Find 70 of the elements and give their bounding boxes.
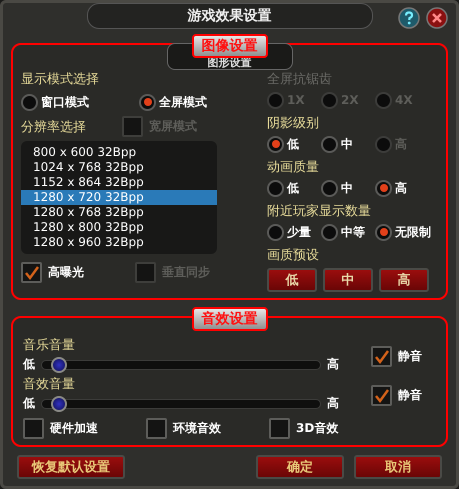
radio-button[interactable] [321,136,338,152]
checkbox[interactable] [23,418,44,439]
radio-label: 少量 [287,224,311,240]
group-label: 全屏抗锯齿 [267,71,333,88]
preset-button[interactable]: 低 [267,268,317,292]
group-label: 附近玩家显示数量 [267,203,372,220]
list-item[interactable]: 800 x 600 32Bpp [21,145,217,160]
radio-button[interactable] [375,224,392,240]
group-label: 画质预设 [267,247,320,264]
checkbox-label: 3D音效 [296,420,338,437]
list-item[interactable]: 1280 x 768 32Bpp [21,205,217,220]
checkbox-label: 环境音效 [173,420,221,437]
slider-thumb[interactable] [50,356,67,372]
close-icon[interactable] [426,7,448,29]
slider-thumb[interactable] [50,396,67,412]
radio-button[interactable] [21,94,38,110]
group-label: 阴影级别 [267,115,320,132]
radio-label: 窗口模式 [41,94,89,110]
radio-button[interactable] [321,180,338,196]
radio-label: 中 [341,136,353,152]
radio-label: 低 [287,180,299,196]
cancel-button[interactable]: 取消 [354,455,442,479]
section-label: 音效设置 [192,307,268,331]
radio-button[interactable] [321,224,338,240]
high-label: 高 [327,356,339,373]
radio-button[interactable] [139,94,156,110]
radio-label: 无限制 [395,224,431,240]
checkbox[interactable] [371,385,392,406]
radio-button[interactable] [267,224,284,240]
radio-label: 全屏模式 [159,94,207,110]
volume-slider[interactable] [41,398,321,408]
section-label: 图像设置 [192,34,268,58]
checkbox[interactable] [146,418,167,439]
checkbox-label: 高曝光 [48,264,84,281]
radio-button[interactable] [375,180,392,196]
radio-label: 低 [287,136,299,152]
volume-label: 音效音量 [23,376,76,393]
preset-button[interactable]: 高 [379,268,429,292]
list-item[interactable]: 1280 x 800 32Bpp [21,220,217,235]
group-label: 动画质量 [267,159,320,176]
checkbox[interactable] [21,262,42,283]
radio-button[interactable] [267,180,284,196]
checkbox-label: 硬件加速 [50,420,98,437]
volume-label: 音乐音量 [23,337,76,354]
list-item[interactable]: 1280 x 720 32Bpp [21,190,217,205]
checkbox[interactable] [371,346,392,367]
checkbox-label: 静音 [398,348,422,365]
list-item[interactable]: 1280 x 960 32Bpp [21,235,217,250]
volume-slider[interactable] [41,360,321,370]
ok-button[interactable]: 确定 [256,455,344,479]
list-item[interactable]: 1024 x 768 32Bpp [21,160,217,175]
list-item[interactable]: 1152 x 864 32Bpp [21,175,217,190]
low-label: 低 [23,356,35,373]
high-label: 高 [327,395,339,412]
group-label: 分辨率选择 [21,118,86,136]
radio-label: 中 [341,180,353,196]
radio-label: 中等 [341,224,365,240]
checkbox[interactable] [269,418,290,439]
reset-button[interactable]: 恢复默认设置 [17,455,125,479]
radio-button[interactable] [267,136,284,152]
help-icon[interactable] [398,7,420,29]
check-icon [24,264,40,280]
preset-button[interactable]: 中 [323,268,373,292]
window-title: 游戏效果设置 [86,3,372,29]
group-label: 显示模式选择 [21,71,100,88]
check-icon [374,388,390,404]
check-icon [374,348,390,364]
radio-label: 高 [395,180,407,196]
low-label: 低 [23,395,35,412]
checkbox-label: 静音 [398,387,422,404]
